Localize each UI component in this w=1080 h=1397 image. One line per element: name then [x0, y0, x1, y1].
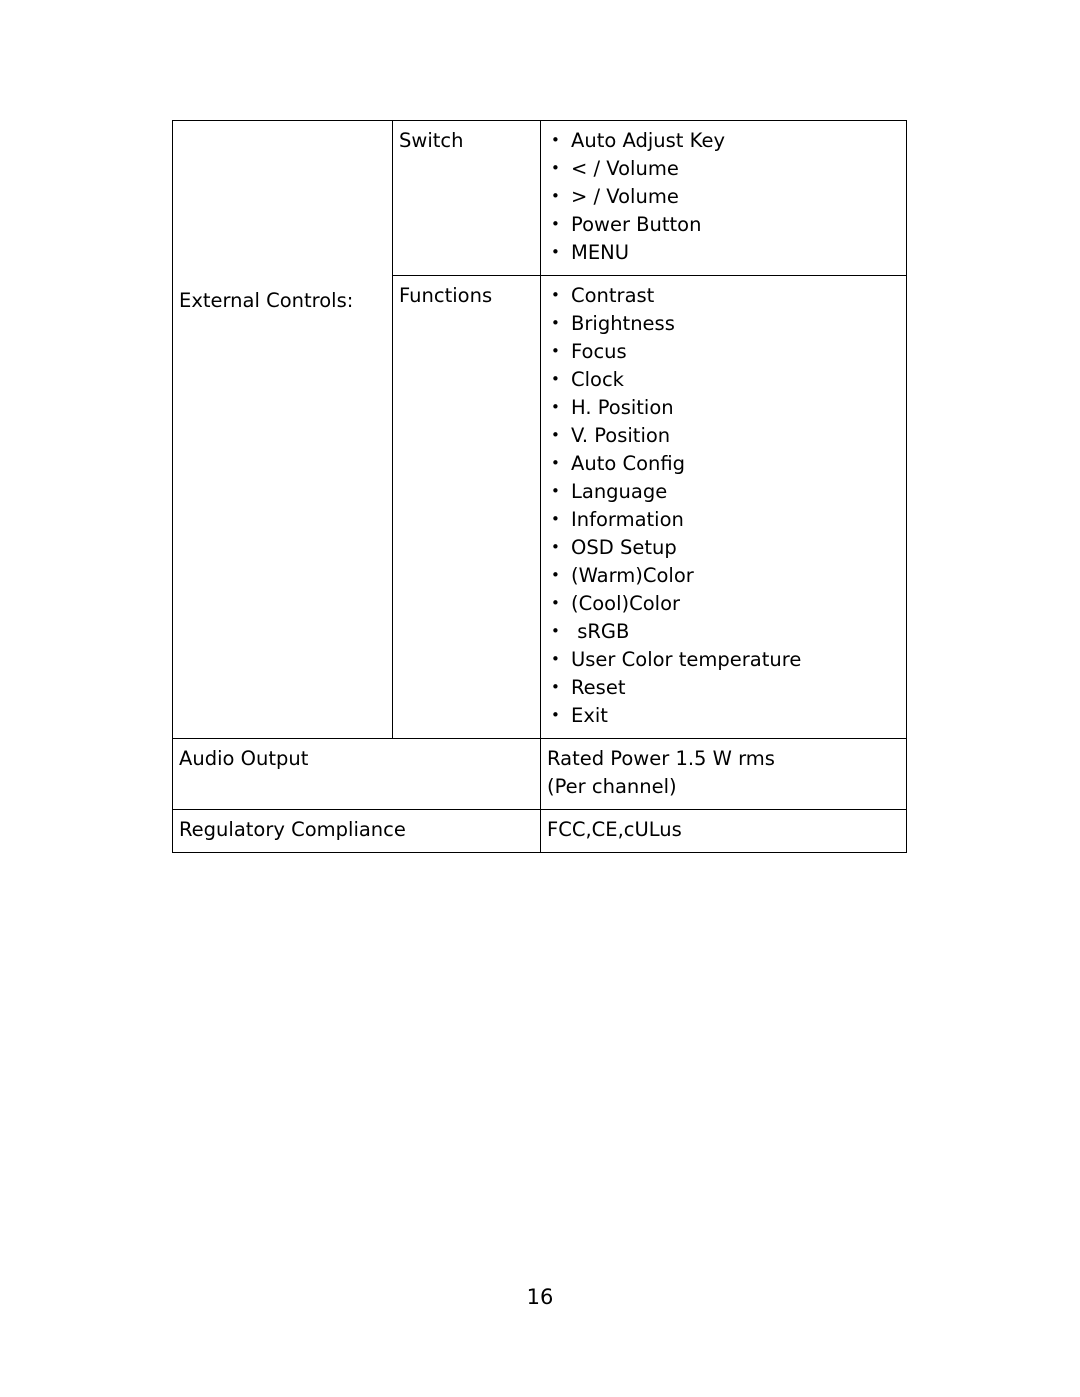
list-item: Reset [547, 673, 900, 702]
list-item: V. Position [547, 421, 900, 450]
functions-items-cell: Contrast Brightness Focus Clock H. Posit… [540, 275, 907, 739]
list-item: Power Button [547, 210, 900, 239]
list-item: > / Volume [547, 182, 900, 211]
list-item: (Warm)Color [547, 561, 900, 590]
external-controls-label: External Controls: [179, 289, 354, 312]
list-item: Language [547, 477, 900, 506]
page-number: 16 [526, 1285, 554, 1309]
list-item: Focus [547, 337, 900, 366]
switch-label-cell: Switch [392, 120, 541, 276]
list-item: Clock [547, 365, 900, 394]
table-row: External Controls: Switch Auto Adjust Ke… [172, 120, 907, 739]
table-row: Regulatory Compliance FCC,CE,cULus [172, 809, 907, 853]
audio-output-label: Audio Output [179, 747, 309, 770]
switch-items-list: Auto Adjust Key < / Volume > / Volume Po… [547, 126, 900, 267]
table-row: Audio Output Rated Power 1.5 W rms (Per … [172, 738, 907, 810]
audio-output-value-cell: Rated Power 1.5 W rms (Per channel) [540, 738, 907, 810]
functions-items-list: Contrast Brightness Focus Clock H. Posit… [547, 281, 900, 730]
audio-output-label-cell: Audio Output [172, 738, 541, 810]
list-item: Auto Adjust Key [547, 126, 900, 155]
audio-output-value-line: (Per channel) [547, 775, 677, 798]
list-item: OSD Setup [547, 533, 900, 562]
list-item: Contrast [547, 281, 900, 310]
list-item: sRGB [547, 617, 900, 646]
list-item: < / Volume [547, 154, 900, 183]
regulatory-compliance-label: Regulatory Compliance [179, 818, 406, 841]
functions-label: Functions [399, 284, 493, 307]
switch-items-cell: Auto Adjust Key < / Volume > / Volume Po… [540, 120, 907, 276]
regulatory-compliance-value-cell: FCC,CE,cULus [540, 809, 907, 853]
list-item: Brightness [547, 309, 900, 338]
regulatory-compliance-label-cell: Regulatory Compliance [172, 809, 541, 853]
switch-label: Switch [399, 129, 464, 152]
list-item: MENU [547, 238, 900, 267]
audio-output-value-line: Rated Power 1.5 W rms [547, 747, 775, 770]
list-item: Exit [547, 701, 900, 730]
list-item: (Cool)Color [547, 589, 900, 618]
list-item: H. Position [547, 393, 900, 422]
regulatory-compliance-value: FCC,CE,cULus [547, 818, 682, 841]
document-page: External Controls: Switch Auto Adjust Ke… [0, 0, 1080, 1397]
external-controls-label-cell: External Controls: [172, 120, 393, 739]
list-item: Auto Config [547, 449, 900, 478]
list-item: Information [547, 505, 900, 534]
specifications-table: External Controls: Switch Auto Adjust Ke… [172, 120, 907, 853]
list-item: User Color temperature [547, 645, 900, 674]
functions-label-cell: Functions [392, 275, 541, 739]
